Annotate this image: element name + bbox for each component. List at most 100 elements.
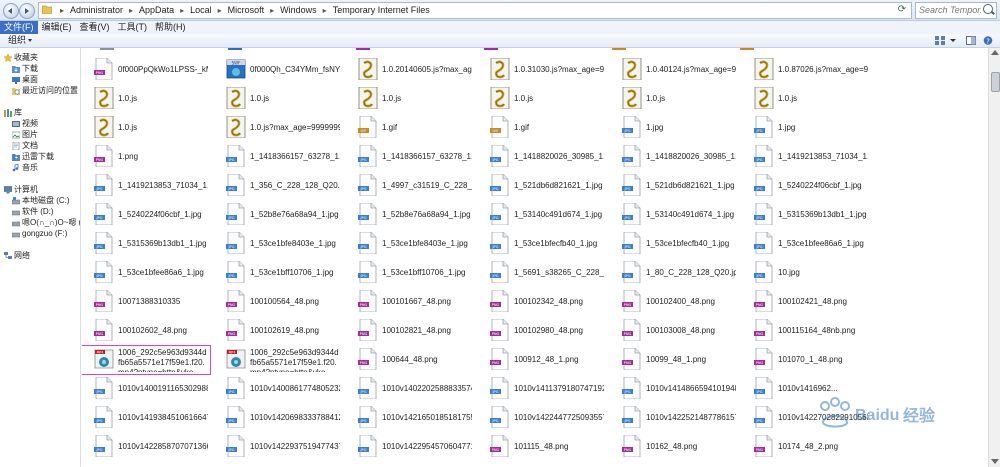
file-item[interactable]: MP4 1006_292c5e963d9344dfb65a5571e17f59e1… [82, 345, 211, 375]
vertical-scrollbar[interactable] [988, 48, 1000, 467]
file-item[interactable]: PNG 10099_48_1.png [610, 346, 738, 374]
file-item[interactable]: JPG 1010v1422858707071366582_s.jpg [82, 433, 210, 461]
file-item[interactable]: JPG 1010v1411379180747192118.jpg [478, 375, 606, 403]
file-item[interactable]: JPG 1_53ce1bfe8403e_1.jpg [346, 230, 474, 258]
forward-button[interactable] [19, 3, 35, 19]
file-item[interactable]: JPG 1_1418820026_30985_1.jpg [610, 143, 738, 171]
file-item[interactable]: PNG 10071388310335 [82, 288, 210, 316]
view-dropdown-icon[interactable] [950, 36, 956, 45]
file-item[interactable]: JPG 1_5315369b13db1_1.jpg [742, 201, 870, 229]
file-item[interactable]: JPG 1_53ce1bff10706_1.jpg [214, 259, 342, 287]
breadcrumb-separator-icon[interactable]: ▸ [267, 3, 277, 18]
file-item[interactable]: PNG 100103008_48.png [610, 317, 738, 345]
file-item[interactable]: JPG 1_4997_c31519_C_228_128_Q20.jpg [346, 172, 474, 200]
file-item[interactable]: JPG 1010v1421650185181755827_s.jpg [346, 404, 474, 432]
file-item[interactable]: JPG 1_521db6d821621_1.jpg [610, 172, 738, 200]
file-item[interactable]: JPG 1_5240224f06cbf_1.jpg [82, 201, 210, 229]
file-item[interactable]: JPG 1_53140c491d674_1.jpg [478, 201, 606, 229]
file-item[interactable]: 1.0.js [346, 85, 474, 113]
file-item[interactable]: PNG 100102400_48.png [610, 288, 738, 316]
breadcrumb-separator-icon[interactable]: ▸ [126, 3, 136, 18]
file-item[interactable]: JPG 1_1419213853_71034_1.jpg [742, 143, 870, 171]
file-item[interactable]: PNG 1.png [82, 143, 210, 171]
breadcrumb-item[interactable]: Microsoft [225, 3, 268, 18]
scroll-up-icon[interactable] [991, 50, 999, 55]
file-item[interactable]: JPG 1010v1422937519477437167_s.jpg [214, 433, 342, 461]
breadcrumb-separator-icon[interactable]: ▸ [177, 3, 187, 18]
file-item[interactable]: JPG 10.jpg [742, 259, 870, 287]
file-item[interactable]: JPG 1_53ce1bfee86a6_1.jpg [82, 259, 210, 287]
file-item[interactable]: PNG 100102421_48.png [742, 288, 870, 316]
file-item[interactable]: GIF 1.gif [478, 114, 606, 142]
file-item[interactable]: JPG 1010v1400191165302988155_s.jpg [82, 375, 210, 403]
file-item[interactable]: JPG 1_521db6d821621_1.jpg [478, 172, 606, 200]
file-item[interactable]: JPG 1010v1422954570604771581_s.jpg [346, 433, 474, 461]
file-item[interactable]: JPG 1_53ce1bfecfb40_1.jpg [478, 230, 606, 258]
address-box[interactable]: ▸ Administrator ▸ AppData ▸ Local ▸ Microsoft ▸ W… [38, 2, 912, 19]
file-item[interactable]: JPG 1_356_C_228_128_Q20.jpg [214, 172, 342, 200]
file-item[interactable]: JPG 1.jpg [610, 114, 738, 142]
file-item[interactable]: JPG 1_53ce1bfe8403e_1.jpg [214, 230, 342, 258]
breadcrumb-item[interactable]: Local [187, 3, 215, 18]
organize-button[interactable]: 组织 [8, 34, 33, 47]
file-item[interactable]: 1.0.js [82, 85, 210, 113]
file-item[interactable]: 1.0.js [82, 114, 210, 142]
menu-edit[interactable]: 编辑(E) [38, 21, 76, 34]
search-icon[interactable] [983, 4, 993, 14]
file-item[interactable]: PNG 100102821_48.png [346, 317, 474, 345]
breadcrumb-separator-icon[interactable]: ▸ [320, 3, 330, 18]
file-item[interactable]: JPG 1_5315369b13db1_1.jpg [82, 230, 210, 258]
refresh-icon[interactable]: ⟳ [896, 4, 908, 16]
file-item[interactable]: JPG 1_53ce1bfecfb40_1.jpg [610, 230, 738, 258]
file-item[interactable]: JPG 1_52b8e76a68a94_1.jpg [346, 201, 474, 229]
file-item[interactable]: JPG 1010v1400861774805232901_s.jpg [214, 375, 342, 403]
file-item[interactable]: MP4 1006_292c5e963d9344dfb65a5571e17f59e1… [214, 346, 342, 374]
file-item[interactable]: 1.0.js?max_age=99999999 [214, 114, 342, 142]
file-item[interactable]: 1.0.js [478, 85, 606, 113]
file-item[interactable]: GIF 1.gif [346, 114, 474, 142]
search-input[interactable] [916, 3, 984, 16]
file-item[interactable]: 1.0.20140605.js?max_age=99999999 [346, 56, 474, 84]
file-item[interactable]: JPG 1_80_C_228_128_Q20.jpg [610, 259, 738, 287]
file-item[interactable]: JPG 1010v1419384510616647528_s.jpg [82, 404, 210, 432]
preview-pane-icon[interactable] [966, 36, 976, 45]
breadcrumb-item[interactable]: Windows [277, 3, 320, 18]
menu-tools[interactable]: 工具(T) [114, 21, 152, 34]
file-item[interactable]: PNG 101070_1_48.png [742, 346, 870, 374]
file-item[interactable]: JPG 1_1418366157_63278_1.jpg [346, 143, 474, 171]
file-item[interactable]: JPG 1010v1420698333788412508_s.jpg [214, 404, 342, 432]
file-item[interactable]: JPG 1_5691_s38265_C_228_128_Q20.jpg [478, 259, 606, 287]
menu-help[interactable]: 帮助(H) [151, 21, 190, 34]
file-item[interactable]: 1.0.js [742, 85, 870, 113]
breadcrumb-item[interactable]: Temporary Internet Files [330, 3, 433, 18]
breadcrumb-item[interactable]: Administrator [67, 3, 126, 18]
file-item[interactable]: JPG 1_5240224f06cbf_1.jpg [742, 172, 870, 200]
breadcrumb-separator-icon[interactable]: ▸ [215, 3, 225, 18]
file-item[interactable]: PNG 100102619_48.png [214, 317, 342, 345]
file-item[interactable]: 1.0.87026.js?max_age=99999999 [742, 56, 870, 84]
file-item[interactable]: JPG 1_1418820026_30985_1.jpg [478, 143, 606, 171]
menu-view[interactable]: 查看(V) [76, 21, 114, 34]
file-item[interactable]: JPG 1010v1402202588833574488_s.jpg [346, 375, 474, 403]
file-item[interactable]: 1.0.js [214, 85, 342, 113]
file-item[interactable]: JPG 1010v1422447725093557700_s.jpg [478, 404, 606, 432]
file-item[interactable]: JPG 1010v1422521487786157412_s.jpg [610, 404, 738, 432]
file-item[interactable]: PNG 100912_48_1.png [478, 346, 606, 374]
view-options-icon[interactable] [935, 36, 945, 45]
help-icon[interactable]: ? [983, 36, 993, 45]
file-item[interactable]: JPG 1_1418366157_63278_1.jpg [214, 143, 342, 171]
file-item[interactable]: PNG 0f000PpQkWo1LPSS-_kMk0.png [82, 56, 210, 84]
file-item[interactable]: 1.0.40124.js?max_age=99999999 [610, 56, 738, 84]
file-item[interactable]: JPG 1_53ce1bff10706_1.jpg [346, 259, 474, 287]
back-button[interactable] [3, 3, 19, 19]
menu-file[interactable]: 文件(F) [0, 21, 38, 34]
file-item[interactable]: PNG 100644_48.png [346, 346, 474, 374]
breadcrumb-separator-icon[interactable]: ▸ [57, 3, 67, 18]
file-item[interactable]: 1.0.31030.js?max_age=99999999 [478, 56, 606, 84]
file-item[interactable]: PNG 100101667_48.png [346, 288, 474, 316]
file-item[interactable]: JPG 1_1419213853_71034_1.jpg [82, 172, 210, 200]
breadcrumb-item[interactable]: AppData [136, 3, 177, 18]
file-item[interactable]: JPG 1_52b8e76a68a94_1.jpg [214, 201, 342, 229]
file-item[interactable]: JPG 1_53ce1bfee86a6_1.jpg [742, 230, 870, 258]
file-item[interactable]: JPG 1010v1414866594101948029_s.jpg [610, 375, 738, 403]
